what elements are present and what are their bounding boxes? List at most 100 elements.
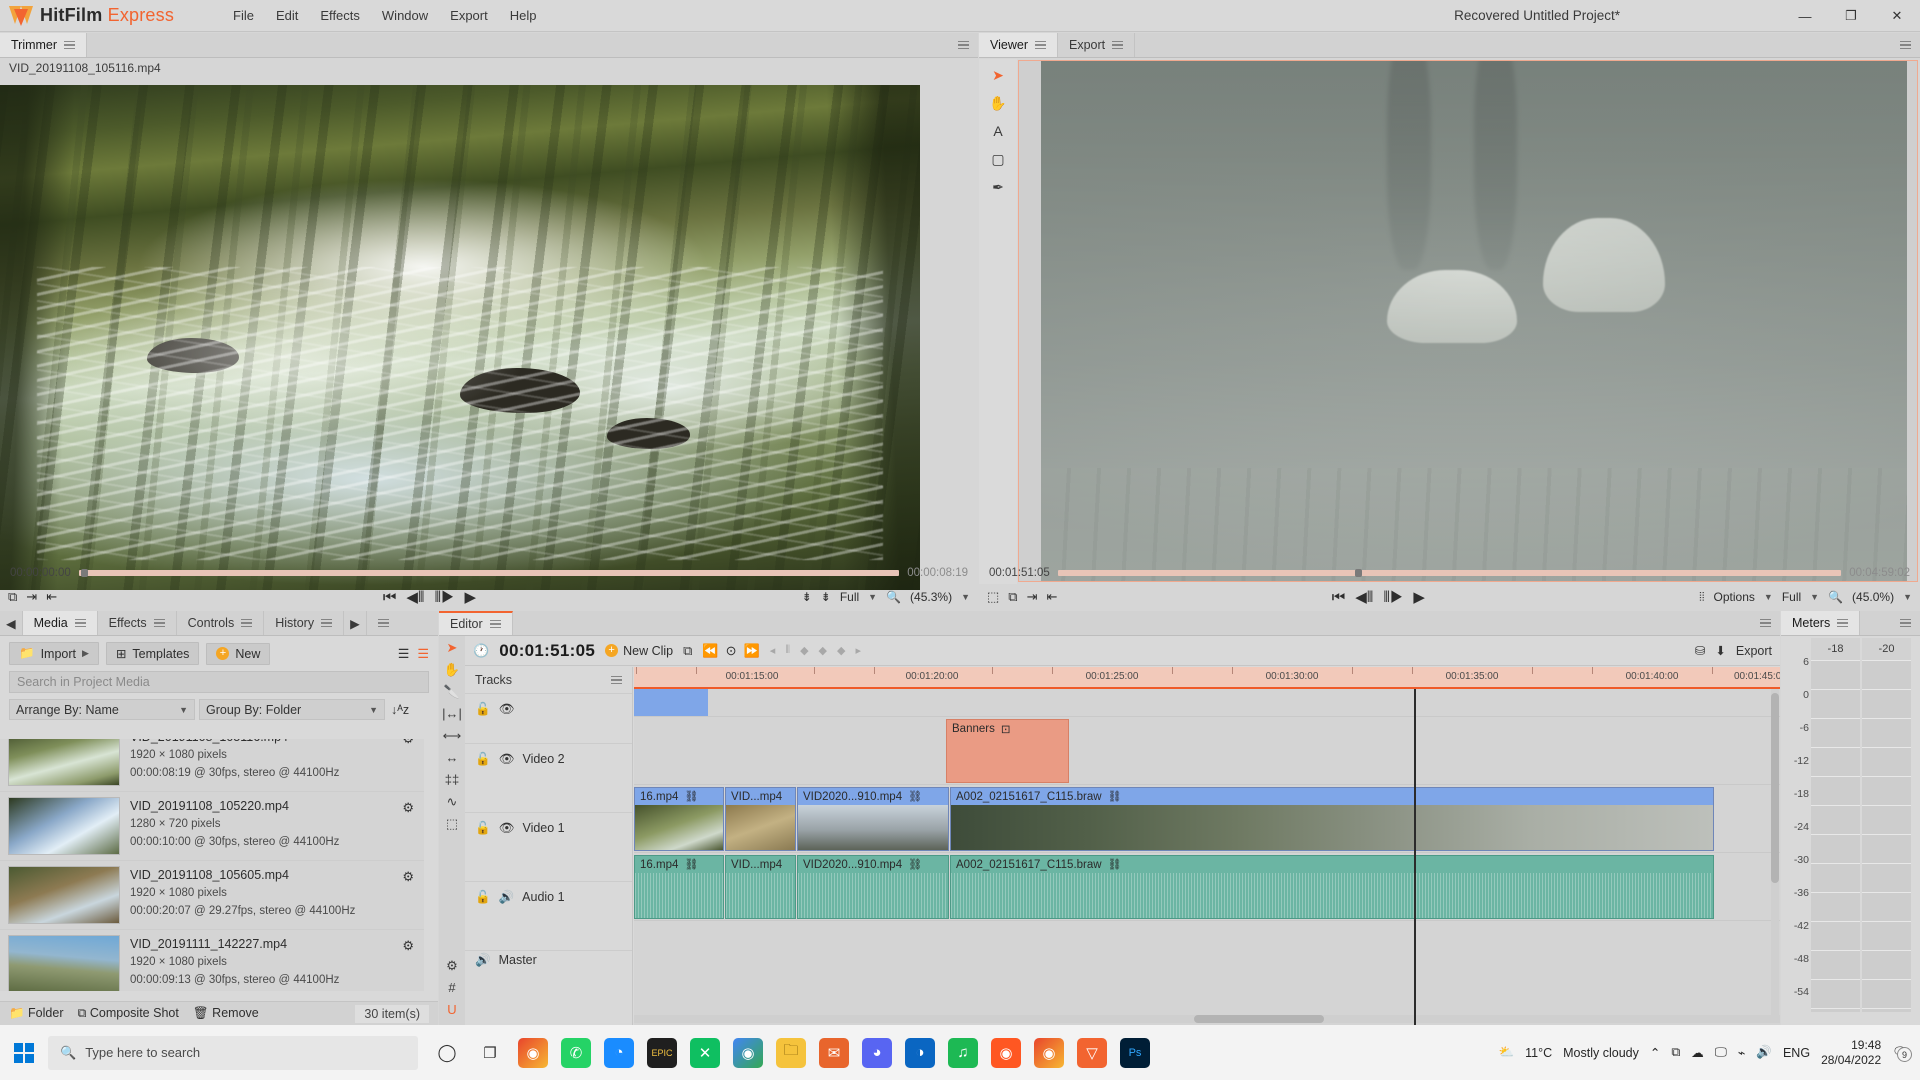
jump-start-icon[interactable]: ⏮ bbox=[383, 589, 397, 606]
blender-icon[interactable]: ◑ bbox=[905, 1037, 935, 1068]
timeline-clip-banners[interactable]: Banners ⊡ bbox=[946, 719, 1069, 783]
set-in-out-icon[interactable]: ⧉ bbox=[1008, 589, 1017, 605]
tab-effects[interactable]: Effects bbox=[97, 611, 177, 635]
trimmer-zoom-label[interactable]: (45.3%) bbox=[910, 590, 952, 604]
list-item[interactable]: VID_20191108_105116.mp4 1920 × 1080 pixe… bbox=[0, 739, 424, 792]
magnet-snap-icon[interactable]: U bbox=[447, 1003, 456, 1016]
text-icon[interactable]: A bbox=[987, 121, 1009, 141]
select-arrow-icon[interactable]: ➤ bbox=[987, 65, 1009, 85]
ripple-trim-icon[interactable]: ⟷ bbox=[443, 729, 462, 742]
insert-icon[interactable]: ⇥ bbox=[1027, 589, 1038, 605]
razor-icon[interactable]: 🔪 bbox=[444, 685, 460, 698]
wifi-icon[interactable]: ⌁ bbox=[1738, 1045, 1746, 1060]
gear-icon[interactable]: ⚙ bbox=[402, 869, 414, 885]
timeline-clip[interactable]: VID...mp4 bbox=[725, 855, 796, 919]
viewer-quality-label[interactable]: Full bbox=[1782, 590, 1801, 604]
panel-menu-icon[interactable] bbox=[241, 618, 253, 628]
meters-panel-options[interactable] bbox=[1900, 611, 1920, 635]
gear-icon[interactable]: ⚙ bbox=[402, 800, 414, 816]
menu-export[interactable]: Export bbox=[439, 4, 499, 27]
viewer-zoom-label[interactable]: (45.0%) bbox=[1852, 590, 1894, 604]
scrollbar-thumb[interactable] bbox=[1771, 693, 1779, 883]
tab-viewer[interactable]: Viewer bbox=[979, 33, 1058, 57]
search-input[interactable]: Search in Project Media bbox=[9, 671, 429, 693]
play-icon[interactable]: ▶ bbox=[464, 588, 476, 606]
tab-trimmer[interactable]: Trimmer bbox=[0, 33, 88, 57]
meter-channel-left[interactable]: -18 bbox=[1811, 638, 1860, 1012]
edge-icon[interactable]: ◔ bbox=[604, 1037, 634, 1068]
new-button[interactable]: + New bbox=[206, 642, 271, 665]
timeline-vertical-scrollbar[interactable] bbox=[1771, 689, 1779, 1019]
excel-icon[interactable]: ✕ bbox=[690, 1037, 720, 1068]
weather-desc[interactable]: Mostly cloudy bbox=[1563, 1046, 1639, 1060]
timeline-clip[interactable]: 16.mp4 ⛓ bbox=[634, 787, 724, 851]
next-edit-icon[interactable]: ⏩ bbox=[744, 643, 760, 659]
timeline-clip[interactable]: 16.mp4 ⛓ bbox=[634, 855, 724, 919]
timeline-lane-video3[interactable] bbox=[634, 689, 1780, 717]
timeline-lane-video1[interactable]: 16.mp4 ⛓ VID...mp4 VID2020...910.mp4 ⛓ A… bbox=[634, 785, 1780, 853]
menu-effects[interactable]: Effects bbox=[309, 4, 371, 27]
step-forward-icon[interactable]: ⦀▶ bbox=[434, 589, 454, 606]
chrome-canary-icon[interactable]: ◉ bbox=[1034, 1037, 1064, 1068]
panel-menu-icon[interactable] bbox=[1112, 40, 1124, 50]
epic-games-icon[interactable]: EPIC bbox=[647, 1037, 677, 1068]
timeline-clip[interactable]: VID2020...910.mp4 ⛓ bbox=[797, 855, 949, 919]
file-explorer-icon[interactable]: 🗀 bbox=[776, 1037, 806, 1068]
add-marker-icon[interactable]: ⊙ bbox=[726, 643, 737, 659]
menu-window[interactable]: Window bbox=[371, 4, 439, 27]
trimmer-quality-label[interactable]: Full bbox=[840, 590, 859, 604]
keyframe-prev-icon[interactable]: ◂ bbox=[770, 644, 776, 657]
viewer-options-icon[interactable] bbox=[1900, 40, 1911, 50]
gear-icon[interactable]: ⚙ bbox=[446, 959, 458, 972]
timeline-export-label[interactable]: Export bbox=[1736, 644, 1772, 658]
timeline-playhead[interactable] bbox=[1414, 689, 1416, 1025]
new-clip-button[interactable]: + New Clip bbox=[605, 644, 673, 658]
keyframe-remove-icon[interactable]: ◆ bbox=[819, 644, 827, 657]
taskbar-search-input[interactable]: 🔍 Type here to search bbox=[48, 1035, 418, 1070]
trimmer-scrubber[interactable] bbox=[78, 569, 900, 577]
sort-order-icon[interactable]: ↓ᴬz bbox=[391, 703, 409, 717]
chrome-alt-icon[interactable]: ◉ bbox=[733, 1037, 763, 1068]
timeline-canvas[interactable]: Banners ⊡ 16.mp4 ⛓ VID...mp4 VID2020...9… bbox=[634, 689, 1780, 1025]
maximize-button[interactable]: ❐ bbox=[1828, 0, 1874, 32]
list-item[interactable]: VID_20191111_142227.mp4 1920 × 1080 pixe… bbox=[0, 930, 424, 991]
tray-expand-icon[interactable]: ⌃ bbox=[1650, 1045, 1660, 1060]
weather-temp[interactable]: 11°C bbox=[1525, 1046, 1552, 1060]
composite-shot-button[interactable]: ⧉ Composite Shot bbox=[77, 1006, 178, 1021]
set-in-out-icon[interactable]: ⧉ bbox=[8, 589, 17, 605]
group-by-dropdown[interactable]: Group By: Folder ▼ bbox=[199, 699, 385, 720]
eye-icon[interactable]: 👁 bbox=[499, 821, 515, 836]
mail-icon[interactable]: ✉ bbox=[819, 1037, 849, 1068]
step-back-icon[interactable]: ◀⦀ bbox=[1355, 588, 1373, 606]
lock-icon[interactable]: 🔓 bbox=[475, 821, 491, 836]
snapshot-icon[interactable]: ⬚ bbox=[987, 589, 999, 605]
lock-icon[interactable]: 🔓 bbox=[475, 702, 491, 717]
timeline-timecode[interactable]: 00:01:51:05 bbox=[499, 641, 595, 661]
select-arrow-icon[interactable]: ➤ bbox=[447, 641, 458, 654]
tab-history[interactable]: History bbox=[264, 611, 345, 635]
timeline-clip[interactable] bbox=[634, 689, 708, 716]
slide-icon[interactable]: ‡‡ bbox=[445, 773, 459, 786]
trimmer-preview[interactable] bbox=[0, 85, 920, 590]
track-header-video3[interactable]: 🔓 👁 bbox=[465, 693, 632, 743]
jump-start-icon[interactable]: ⏮ bbox=[1332, 589, 1346, 606]
prev-edit-icon[interactable]: ⏪ bbox=[702, 643, 718, 659]
detail-view-icon[interactable]: ☰ bbox=[417, 646, 429, 662]
gear-icon[interactable]: ⚙ bbox=[402, 739, 414, 747]
screen-record-icon[interactable]: ⧉ bbox=[1671, 1045, 1680, 1060]
firefox-icon[interactable]: ◉ bbox=[991, 1037, 1021, 1068]
list-item[interactable]: VID_20191108_105605.mp4 1920 × 1080 pixe… bbox=[0, 861, 424, 930]
hitfilm-taskbar-icon[interactable]: ▽ bbox=[1077, 1037, 1107, 1068]
remove-button[interactable]: 🗑 Remove bbox=[193, 1006, 259, 1021]
mark-out-icon[interactable]: ⇟ bbox=[821, 590, 831, 604]
panel-menu-icon[interactable] bbox=[489, 619, 501, 629]
import-button[interactable]: 📁 Import ▶ bbox=[9, 642, 99, 665]
timeline-clip[interactable]: A002_02151617_C115.braw ⛓ bbox=[950, 855, 1714, 919]
tab-controls[interactable]: Controls bbox=[176, 611, 265, 635]
composite-shot-icon[interactable]: ⧉ bbox=[683, 643, 692, 659]
chevron-down-icon[interactable]: ▶ bbox=[82, 648, 89, 659]
timeline-clip[interactable]: A002_02151617_C115.braw ⛓ bbox=[950, 787, 1714, 851]
timeline-clip[interactable]: VID...mp4 bbox=[725, 787, 796, 851]
lock-icon[interactable]: 🔓 bbox=[475, 890, 491, 905]
close-button[interactable]: ✕ bbox=[1874, 0, 1920, 32]
